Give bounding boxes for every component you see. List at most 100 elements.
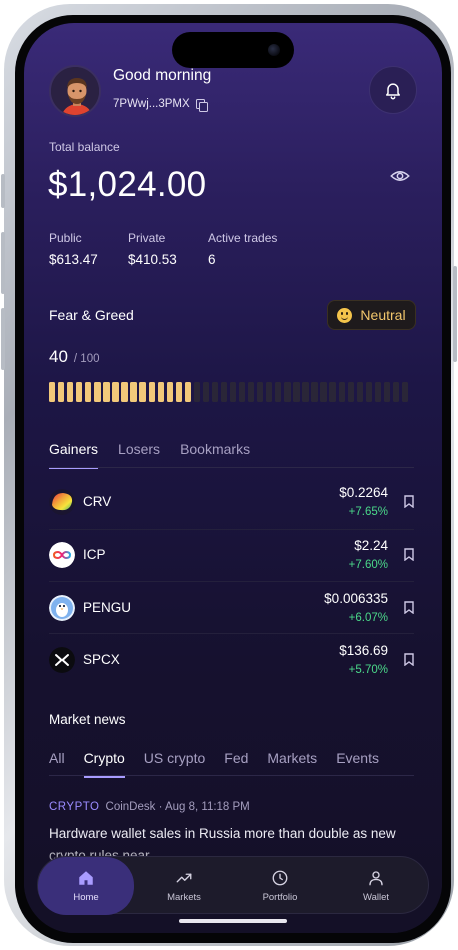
meter-segment-empty — [266, 382, 273, 402]
wallet-address-text: 7PWwj...3PMX — [113, 98, 190, 110]
meter-segment-empty — [229, 382, 237, 402]
meter-segment-filled — [166, 382, 173, 402]
fear-greed-title: Fear & Greed — [49, 307, 134, 323]
meter-segment-filled — [157, 382, 164, 402]
bookmark-icon[interactable] — [404, 548, 414, 561]
notifications-button[interactable] — [369, 66, 417, 114]
token-symbol: PENGU — [83, 600, 132, 615]
app-screen: Good morning 7PWwj...3PMX Total balance … — [24, 23, 442, 933]
meter-segment-filled — [130, 382, 137, 402]
news-tabs: All Crypto US crypto Fed Markets Events — [49, 750, 379, 778]
stat-value: $613.47 — [49, 252, 98, 267]
news-tag: CRYPTO — [49, 801, 100, 813]
stat-value: 6 — [208, 252, 216, 267]
token-change: +7.60% — [348, 559, 388, 571]
token-price: $2.24 — [354, 538, 388, 553]
tab-events[interactable]: Events — [336, 750, 379, 778]
token-row[interactable]: PENGU $0.006335 +6.07% — [49, 587, 414, 639]
tab-all[interactable]: All — [49, 750, 65, 778]
tab-bookmarks[interactable]: Bookmarks — [180, 441, 250, 469]
meter-segment-empty — [347, 382, 354, 402]
stat-label: Public — [49, 231, 82, 245]
avatar[interactable] — [49, 65, 101, 117]
fear-greed-meter — [49, 382, 409, 402]
volume-up-button — [1, 232, 5, 294]
nav-portfolio[interactable]: Portfolio — [232, 857, 328, 915]
meter-segment-empty — [383, 382, 391, 402]
avatar-icon — [51, 67, 99, 115]
meter-segment-empty — [211, 382, 219, 402]
token-row[interactable]: SPCX $136.69 +5.70% — [49, 639, 414, 691]
wallet-address[interactable]: 7PWwj...3PMX — [113, 98, 208, 112]
volume-down-button — [1, 308, 5, 370]
meter-segment-empty — [392, 382, 400, 402]
token-symbol: CRV — [83, 494, 112, 509]
tab-crypto[interactable]: Crypto — [83, 750, 125, 778]
meter-segment-filled — [103, 382, 110, 402]
meter-segment-filled — [76, 382, 83, 402]
movers-tabs: Gainers Losers Bookmarks — [49, 441, 250, 469]
bell-icon — [386, 83, 400, 100]
dynamic-island — [172, 32, 294, 68]
bookmark-icon[interactable] — [404, 653, 414, 666]
meter-segment-empty — [374, 382, 381, 402]
token-change: +5.70% — [348, 664, 388, 676]
meter-segment-filled — [139, 382, 146, 402]
total-balance-label: Total balance — [49, 140, 120, 154]
meter-segment-empty — [284, 382, 291, 402]
stat-label: Active trades — [208, 231, 278, 245]
sentiment-badge[interactable]: Neutral — [327, 300, 416, 330]
tab-losers[interactable]: Losers — [118, 441, 160, 469]
nav-label: Markets — [167, 892, 201, 903]
bookmark-icon[interactable] — [404, 495, 414, 508]
greeting: Good morning — [113, 67, 212, 84]
meter-segment-empty — [193, 382, 201, 402]
meter-segment-empty — [257, 382, 264, 402]
icp-logo-icon — [49, 542, 75, 568]
meter-segment-empty — [238, 382, 246, 402]
token-change: +6.07% — [348, 612, 388, 624]
stat-public: Public $613.47 — [49, 231, 98, 267]
home-indicator[interactable] — [179, 919, 287, 923]
total-balance-value: $1,024.00 — [48, 165, 207, 204]
crv-logo-icon — [49, 489, 75, 515]
clock-icon — [272, 870, 288, 886]
nav-label: Home — [73, 892, 99, 903]
divider — [49, 581, 414, 582]
user-icon — [369, 871, 383, 886]
meter-segment-empty — [320, 382, 327, 402]
meter-segment-empty — [248, 382, 255, 402]
token-row[interactable]: CRV $0.2264 +7.65% — [49, 481, 414, 533]
tab-markets[interactable]: Markets — [267, 750, 317, 778]
token-change: +7.65% — [348, 506, 388, 518]
meter-segment-empty — [202, 382, 210, 402]
meter-segment-empty — [401, 382, 409, 402]
token-row[interactable]: ICP $2.24 +7.60% — [49, 534, 414, 586]
nav-home[interactable]: Home — [38, 857, 134, 915]
eye-icon[interactable] — [390, 168, 410, 184]
meter-segment-empty — [302, 382, 309, 402]
meter-segment-empty — [356, 382, 363, 402]
meter-segment-filled — [121, 382, 128, 402]
smiley-icon — [337, 307, 353, 323]
tab-fed[interactable]: Fed — [224, 750, 248, 778]
nav-wallet[interactable]: Wallet — [328, 857, 424, 915]
bottom-nav: Home Markets Portfolio Wallet — [37, 856, 429, 915]
tab-gainers[interactable]: Gainers — [49, 441, 99, 469]
meter-segment-filled — [94, 382, 101, 402]
meter-segment-filled — [175, 382, 182, 402]
tab-us-crypto[interactable]: US crypto — [144, 750, 205, 778]
meter-segment-filled — [112, 382, 119, 402]
action-button — [1, 174, 5, 208]
fear-greed-score: 40 / 100 — [49, 347, 100, 367]
token-symbol: SPCX — [83, 652, 120, 667]
meter-segment-empty — [311, 382, 318, 402]
power-button — [453, 266, 457, 362]
market-news-title: Market news — [49, 712, 126, 727]
meter-segment-empty — [220, 382, 228, 402]
meter-segment-empty — [329, 382, 336, 402]
bookmark-icon[interactable] — [404, 601, 414, 614]
copy-icon[interactable] — [195, 98, 208, 112]
nav-markets[interactable]: Markets — [136, 857, 232, 915]
trending-up-icon — [176, 873, 192, 883]
